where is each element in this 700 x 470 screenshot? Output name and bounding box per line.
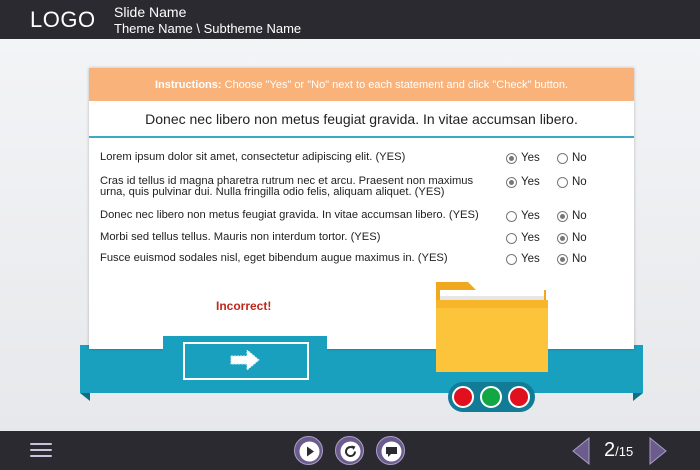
instructions-banner: Instructions: Choose "Yes" or "No" next … <box>89 68 634 101</box>
logo: LOGO <box>30 7 96 32</box>
check-button-frame <box>183 342 309 380</box>
ribbon-fold-left <box>80 393 90 401</box>
progress-dot-3[interactable] <box>508 386 530 408</box>
radio-label: Yes <box>521 152 540 164</box>
check-button[interactable] <box>163 336 327 386</box>
slide-name: Slide Name <box>114 4 187 20</box>
radio-circle[interactable] <box>506 152 517 164</box>
statement-text: Donec nec libero non metus feugiat gravi… <box>100 209 479 221</box>
instructions-text: Choose "Yes" or "No" next to each statem… <box>221 79 569 91</box>
radio-no[interactable]: No <box>557 210 587 222</box>
radio-yes[interactable]: Yes <box>506 253 540 265</box>
instructions-label: Instructions: <box>154 79 222 91</box>
radio-label: Yes <box>521 253 540 265</box>
radio-yes[interactable]: Yes <box>506 152 540 164</box>
feedback-incorrect: Incorrect! <box>216 299 272 313</box>
replay-button[interactable] <box>335 436 364 465</box>
play-icon <box>299 441 320 462</box>
next-arrow-icon[interactable] <box>648 437 668 465</box>
radio-label: No <box>572 232 587 244</box>
radio-yes[interactable]: Yes <box>506 232 540 244</box>
radio-label: Yes <box>521 176 540 188</box>
radio-circle[interactable] <box>557 232 568 244</box>
speech-bubble-icon <box>381 441 402 462</box>
page-indicator: 2/15 <box>604 439 633 462</box>
menu-icon[interactable] <box>30 443 52 459</box>
radio-label: No <box>572 253 587 265</box>
radio-label: Yes <box>521 210 540 222</box>
radio-circle[interactable] <box>506 176 517 188</box>
progress-dot-2[interactable] <box>480 386 502 408</box>
radio-label: No <box>572 152 587 164</box>
radio-yes[interactable]: Yes <box>506 210 540 222</box>
radio-circle[interactable] <box>557 210 568 222</box>
radio-circle[interactable] <box>557 253 568 265</box>
radio-no[interactable]: No <box>557 152 587 164</box>
arrow-right-icon <box>230 350 260 370</box>
statement-text: Fusce euismod sodales nisl, eget bibendu… <box>100 252 448 264</box>
radio-no[interactable]: No <box>557 176 587 188</box>
play-button[interactable] <box>294 436 323 465</box>
radio-circle[interactable] <box>557 152 568 164</box>
progress-dot-1[interactable] <box>452 386 474 408</box>
radio-circle[interactable] <box>506 253 517 265</box>
radio-circle[interactable] <box>506 210 517 222</box>
radio-label: No <box>572 176 587 188</box>
statement-text: Lorem ipsum dolor sit amet, consectetur … <box>100 151 406 163</box>
radio-label: No <box>572 210 587 222</box>
radio-yes[interactable]: Yes <box>506 176 540 188</box>
statement-text: Cras id tellus id magna pharetra rutrum … <box>100 175 474 198</box>
top-bar: LOGO Slide Name Theme Name \ Subtheme Na… <box>0 0 700 39</box>
replay-icon <box>340 441 361 462</box>
prev-arrow-icon[interactable] <box>571 437 591 465</box>
quiz-card: Instructions: Choose "Yes" or "No" next … <box>89 68 634 349</box>
question-text: Donec nec libero non metus feugiat gravi… <box>89 102 634 138</box>
theme-name: Theme Name \ Subtheme Name <box>114 21 302 36</box>
folder-icon <box>436 282 548 372</box>
radio-circle[interactable] <box>506 232 517 244</box>
radio-no[interactable]: No <box>557 253 587 265</box>
radio-circle[interactable] <box>557 176 568 188</box>
radio-label: Yes <box>521 232 540 244</box>
ribbon-fold-right <box>633 393 643 401</box>
page-total: /15 <box>615 444 634 459</box>
radio-no[interactable]: No <box>557 232 587 244</box>
comment-button[interactable] <box>376 436 405 465</box>
bottom-bar: 2/15 <box>0 431 700 470</box>
statement-text: Morbi sed tellus tellus. Mauris non inte… <box>100 231 381 243</box>
page-current: 2 <box>604 439 616 461</box>
progress-dots <box>448 382 535 412</box>
